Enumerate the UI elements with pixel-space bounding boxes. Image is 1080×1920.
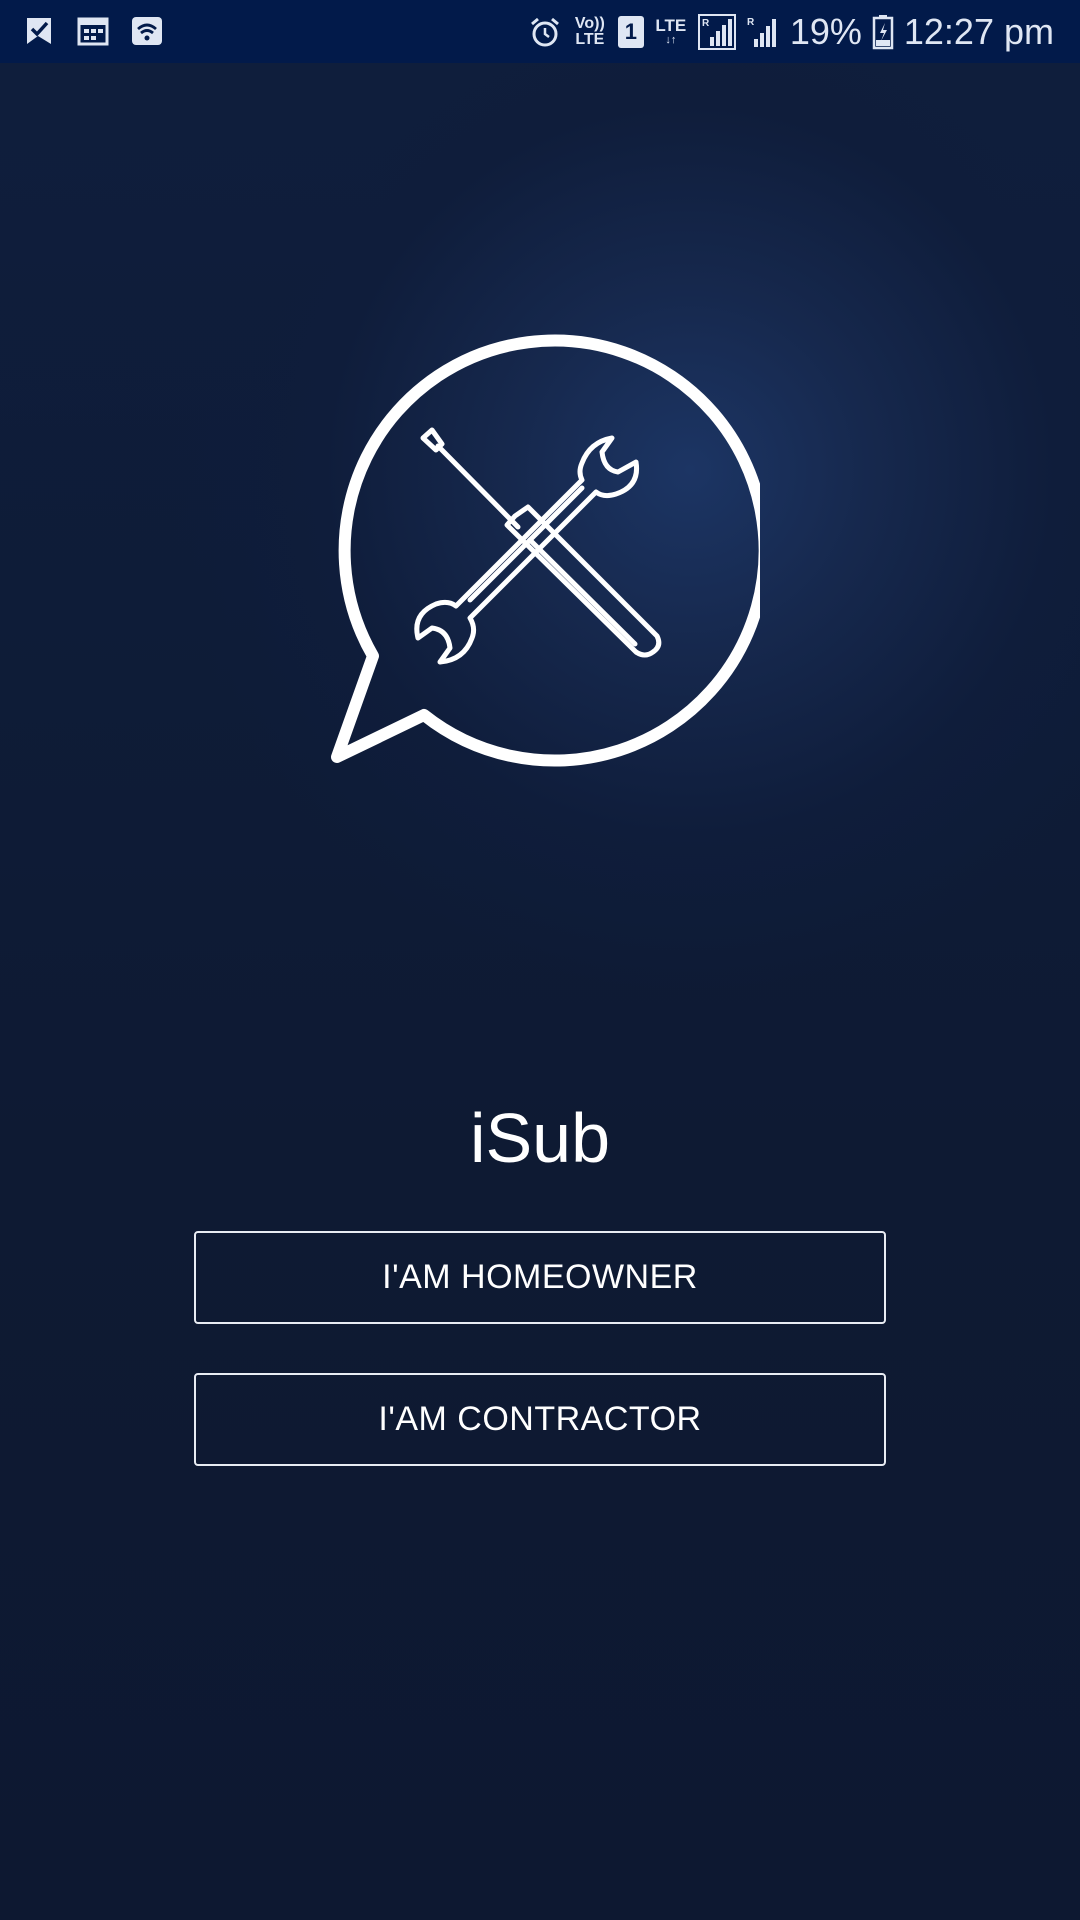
volte-indicator: Vo)) LTE — [572, 16, 608, 48]
screen-background — [0, 0, 1080, 1920]
wifi-icon — [130, 14, 164, 48]
status-bar-right: Vo)) LTE 1 LTE ↓↑ R R 19% 12:27 pm — [528, 10, 1054, 54]
app-title: iSub — [469, 1099, 611, 1177]
battery-percent: 19% — [789, 11, 862, 52]
chat-bubble-tools-icon — [320, 330, 771, 770]
sim-number: 1 — [624, 19, 637, 44]
lte-label: LTE — [655, 16, 687, 35]
battery-charging-icon — [872, 14, 894, 50]
svg-text:R: R — [747, 17, 755, 28]
data-arrows-icon: ↓↑ — [665, 34, 677, 46]
checkmark-flag-icon — [22, 14, 56, 48]
status-bar: Vo)) LTE 1 LTE ↓↑ R R 19% 12:27 pm — [0, 0, 1080, 63]
signal-roaming-icon: R — [697, 13, 736, 51]
signal-roaming-icon-2: R — [746, 13, 780, 51]
contractor-button-label: I'AM CONTRACTOR — [378, 1400, 702, 1438]
alarm-icon — [528, 15, 562, 49]
lte-indicator: LTE ↓↑ — [654, 16, 688, 46]
calendar-icon — [76, 14, 110, 48]
homeowner-button-label: I'AM HOMEOWNER — [382, 1258, 698, 1296]
svg-text:R: R — [702, 18, 710, 29]
volte-bottom-label: LTE — [575, 31, 605, 48]
status-bar-left — [22, 14, 164, 48]
contractor-button[interactable]: I'AM CONTRACTOR — [194, 1373, 886, 1466]
sim-indicator: 1 — [617, 16, 644, 48]
homeowner-button[interactable]: I'AM HOMEOWNER — [194, 1231, 886, 1324]
clock-time: 12:27 pm — [903, 11, 1054, 52]
volte-top-label: Vo)) — [574, 15, 605, 32]
